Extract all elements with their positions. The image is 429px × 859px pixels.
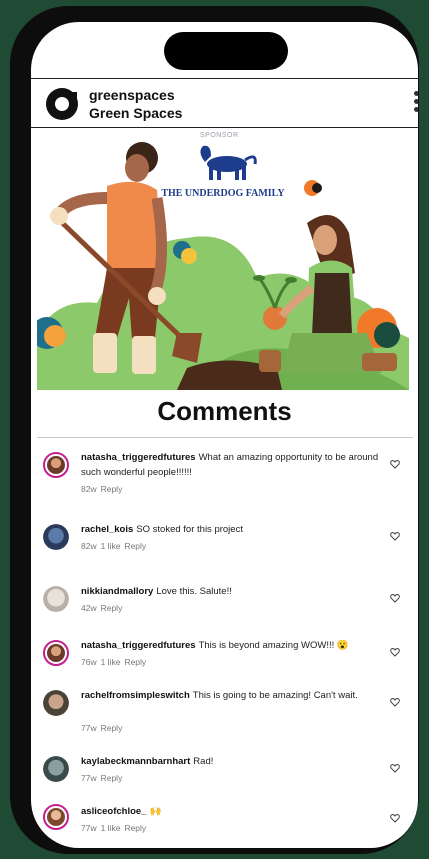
comment-reply-link[interactable]: Reply bbox=[101, 773, 123, 783]
comment-username[interactable]: asliceofchloe_ bbox=[81, 806, 146, 817]
comment-age: 76w bbox=[81, 657, 97, 667]
comment-reply-link[interactable]: Reply bbox=[124, 823, 146, 833]
comment-username[interactable]: natasha_triggeredfutures bbox=[81, 452, 196, 463]
comment-username[interactable]: rachel_kois bbox=[81, 524, 133, 535]
like-heart-icon[interactable] bbox=[390, 813, 400, 823]
commenter-avatar[interactable] bbox=[43, 804, 69, 830]
dynamic-island bbox=[164, 32, 288, 70]
like-heart-icon[interactable] bbox=[390, 763, 400, 773]
comment-reply-link[interactable]: Reply bbox=[101, 484, 123, 494]
comment-username[interactable]: nikkiandmallory bbox=[81, 586, 153, 597]
comment-meta: 77w Reply bbox=[81, 773, 126, 783]
comment-age: 77w bbox=[81, 723, 97, 733]
comment-text: Rad! bbox=[193, 756, 214, 767]
comment-username[interactable]: kaylabeckmannbarnhart bbox=[81, 756, 190, 767]
commenter-avatar[interactable] bbox=[43, 452, 69, 478]
commenter-avatar[interactable] bbox=[43, 586, 69, 612]
like-heart-icon[interactable] bbox=[390, 697, 400, 707]
comment-reply-link[interactable]: Reply bbox=[124, 657, 146, 667]
comment-meta: 77w Reply bbox=[81, 723, 126, 733]
comment-age: 77w bbox=[81, 823, 97, 833]
phone-screen: greenspaces Green Spaces SPONSOR THE UND… bbox=[31, 22, 418, 848]
comment-likes[interactable]: 1 like bbox=[101, 823, 121, 833]
post-image: SPONSOR THE UNDERDOG FAMILY bbox=[37, 128, 409, 390]
comment-meta: 82w 1 like Reply bbox=[81, 541, 150, 551]
commenter-avatar[interactable] bbox=[43, 690, 69, 716]
greenspaces-logo-avatar[interactable] bbox=[46, 88, 78, 120]
comment-text: 🙌 bbox=[149, 806, 162, 817]
like-heart-icon[interactable] bbox=[390, 647, 400, 657]
comment-reply-link[interactable]: Reply bbox=[124, 541, 146, 551]
comment-meta: 82w Reply bbox=[81, 484, 126, 494]
comment-reply-link[interactable]: Reply bbox=[101, 603, 123, 613]
commenter-avatar[interactable] bbox=[43, 524, 69, 550]
comment-likes[interactable]: 1 like bbox=[101, 541, 121, 551]
commenter-avatar[interactable] bbox=[43, 640, 69, 666]
comment-age: 77w bbox=[81, 773, 97, 783]
divider bbox=[37, 437, 413, 438]
sponsor-name: THE UNDERDOG FAMILY bbox=[161, 188, 285, 199]
comment-reply-link[interactable]: Reply bbox=[101, 723, 123, 733]
comment-age: 42w bbox=[81, 603, 97, 613]
comment-username[interactable]: rachelfromsimpleswitch bbox=[81, 690, 190, 701]
more-options-icon[interactable] bbox=[414, 91, 418, 113]
profile-handle[interactable]: greenspaces bbox=[89, 87, 175, 103]
sponsor-label: SPONSOR bbox=[200, 132, 239, 139]
comments-heading: Comments bbox=[157, 396, 292, 426]
like-heart-icon[interactable] bbox=[390, 593, 400, 603]
comment-username[interactable]: natasha_triggeredfutures bbox=[81, 640, 196, 651]
comment-meta: 42w Reply bbox=[81, 603, 126, 613]
comment-likes[interactable]: 1 like bbox=[101, 657, 121, 667]
like-heart-icon[interactable] bbox=[390, 531, 400, 541]
post-header: greenspaces Green Spaces bbox=[31, 78, 418, 128]
comment-text: SO stoked for this project bbox=[136, 524, 243, 535]
profile-display-name: Green Spaces bbox=[89, 105, 183, 121]
comment-meta: 77w 1 like Reply bbox=[81, 823, 150, 833]
like-heart-icon[interactable] bbox=[390, 459, 400, 469]
gardening-illustration bbox=[37, 142, 409, 390]
comment-text: This is going to be amazing! Can't wait. bbox=[192, 690, 358, 701]
comment-age: 82w bbox=[81, 484, 97, 494]
comment-text: Love this. Salute!! bbox=[156, 586, 232, 597]
comment-age: 82w bbox=[81, 541, 97, 551]
comment-meta: 76w 1 like Reply bbox=[81, 657, 150, 667]
comment-text: This is beyond amazing WOW!!! 😮 bbox=[198, 640, 349, 651]
commenter-avatar[interactable] bbox=[43, 756, 69, 782]
